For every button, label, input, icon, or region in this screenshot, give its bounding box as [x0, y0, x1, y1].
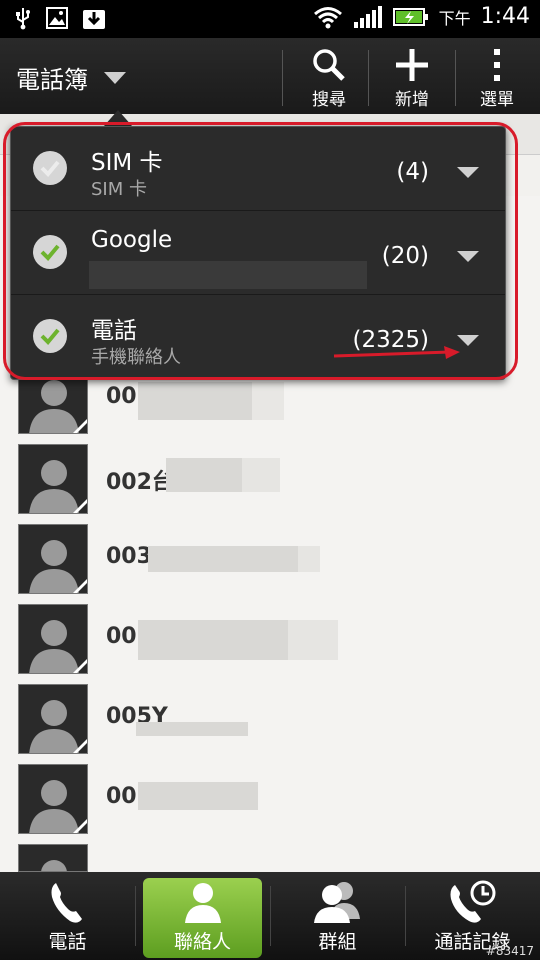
wifi-icon [313, 6, 342, 28]
phone-icon [51, 883, 82, 923]
status-clock: 1:44 [480, 4, 530, 29]
add-button-label: 新增 [395, 90, 429, 110]
redacted-area [148, 546, 298, 572]
redacted-area [166, 458, 242, 492]
watermark: #83417 [485, 944, 534, 958]
avatar [18, 844, 88, 872]
contact-row[interactable]: 002台 [0, 438, 540, 519]
status-am-pm: 下午 [438, 8, 471, 28]
contact-row[interactable]: 00 [0, 758, 540, 839]
battery-charging-icon [392, 7, 428, 26]
contact-name: 00 [106, 384, 137, 409]
plus-icon [396, 49, 428, 81]
add-contact-button[interactable]: 新增 [369, 38, 455, 114]
tab-phone[interactable]: 電話 [0, 872, 135, 960]
contact-row[interactable]: 005Y [0, 678, 540, 759]
contact-name: 00 [106, 624, 137, 649]
avatar [18, 524, 88, 594]
divider [282, 50, 283, 106]
annotation-arrow-icon [333, 346, 460, 359]
search-button[interactable]: 搜尋 [286, 38, 372, 114]
tab-groups[interactable]: 群組 [270, 872, 405, 960]
redacted-area [138, 382, 252, 420]
contact-name: 00 [106, 784, 137, 809]
page-title: 電話簿 [16, 66, 88, 94]
redacted-area [138, 620, 288, 660]
signal-icon [353, 5, 382, 28]
menu-button[interactable]: 選單 [454, 38, 540, 114]
overflow-menu-icon [494, 49, 500, 81]
tab-label: 群組 [318, 931, 357, 953]
redacted-area [288, 620, 338, 660]
contact-row[interactable]: 00 [0, 598, 540, 679]
person-icon [184, 883, 221, 923]
redacted-area [138, 782, 258, 810]
contact-row[interactable]: 003 [0, 518, 540, 599]
avatar [18, 444, 88, 514]
chevron-down-icon[interactable] [104, 72, 126, 84]
bottom-tab-bar: 電話 聯絡人 群組 通話記錄 #83417 [0, 872, 540, 960]
image-notification-icon [46, 7, 68, 29]
usb-icon [16, 8, 30, 30]
contact-name: 003 [106, 544, 152, 569]
search-button-label: 搜尋 [312, 90, 346, 110]
tab-label: 聯絡人 [173, 931, 231, 953]
contact-row[interactable] [0, 838, 540, 873]
tab-contacts[interactable]: 聯絡人 [135, 872, 270, 960]
avatar [18, 764, 88, 834]
contact-name: 002台 [106, 470, 174, 495]
avatar [18, 684, 88, 754]
call-history-icon [450, 880, 495, 923]
tab-label: 電話 [48, 931, 87, 953]
search-icon [313, 49, 345, 81]
download-icon [83, 10, 105, 29]
action-bar: 電話簿 搜尋 新增 選單 [0, 38, 540, 114]
redacted-area [252, 382, 284, 420]
redacted-area [136, 722, 248, 736]
status-bar: 下午 1:44 [0, 0, 540, 38]
redacted-area [298, 546, 320, 572]
redacted-area [242, 458, 280, 492]
annotation-outline [3, 122, 518, 380]
menu-button-label: 選單 [480, 90, 514, 110]
avatar [18, 604, 88, 674]
group-icon [313, 882, 360, 923]
contacts-title-dropdown[interactable]: 電話簿 [16, 60, 88, 95]
